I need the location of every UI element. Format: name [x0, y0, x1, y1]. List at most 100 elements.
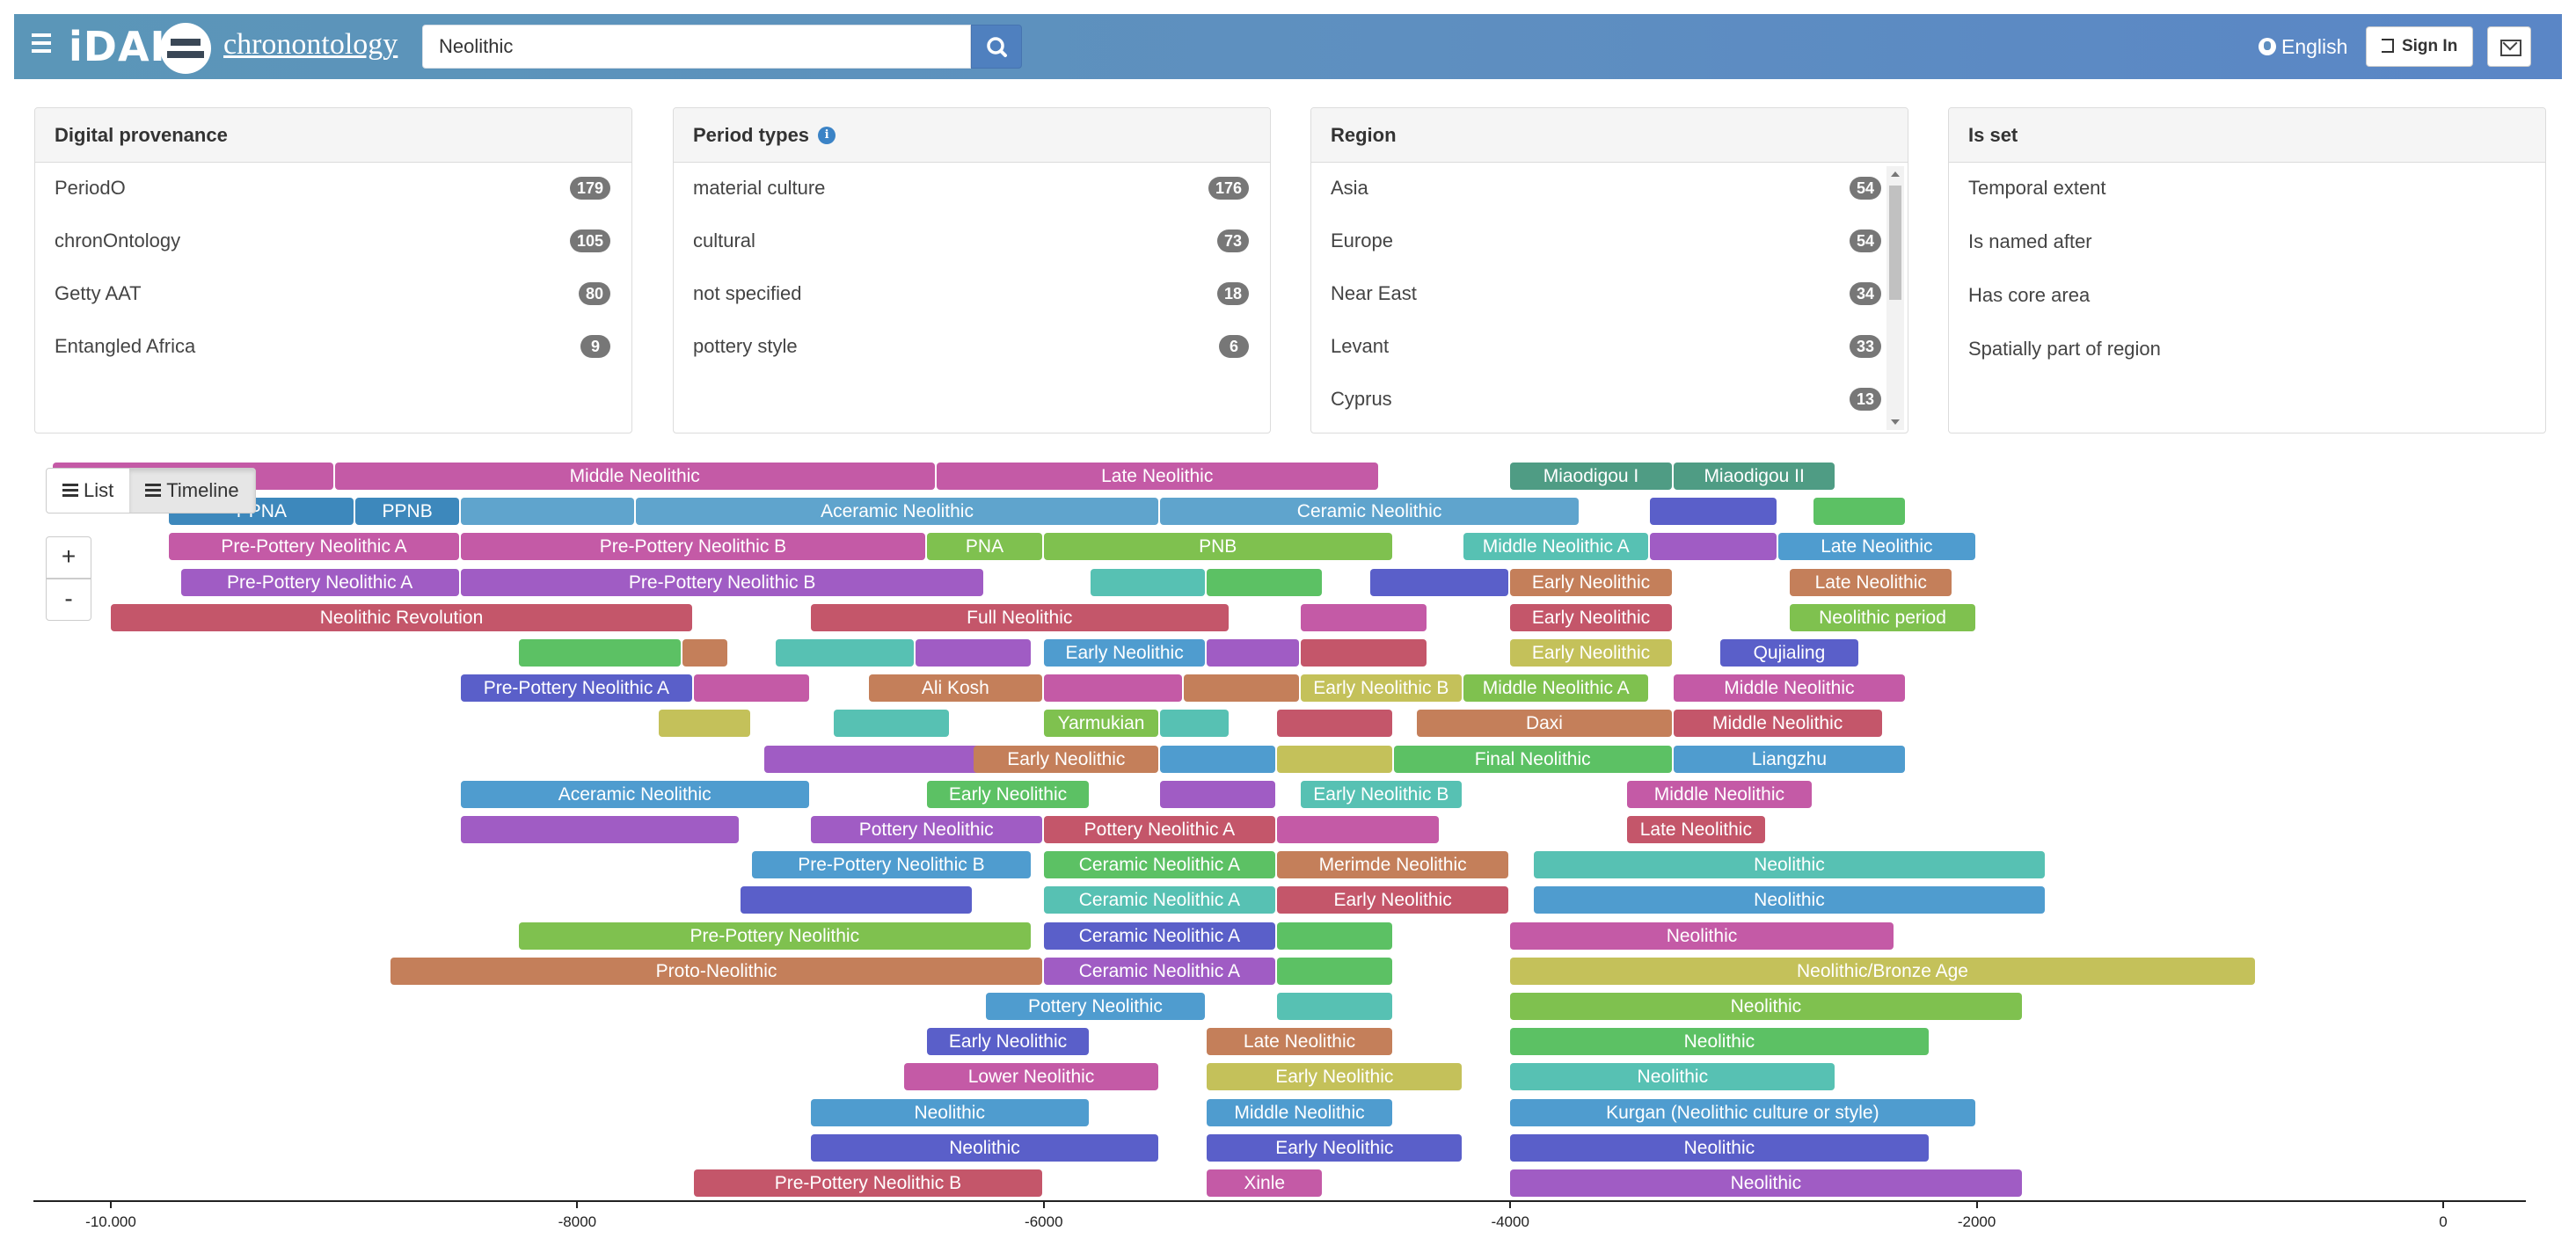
period-bar[interactable]: Neolithic	[1533, 886, 2046, 914]
period-bar[interactable]	[1650, 533, 1777, 561]
period-bar[interactable]	[1300, 639, 1427, 667]
period-bar[interactable]: Final Neolithic	[1393, 745, 1672, 773]
period-bar[interactable]: Pre-Pottery Neolithic B	[460, 568, 984, 596]
search-button[interactable]	[971, 25, 1022, 69]
period-bar[interactable]	[741, 886, 973, 914]
facet-item-has-core-area[interactable]: Has core area	[1949, 275, 2545, 329]
period-bar[interactable]: Proto-Neolithic	[390, 957, 1042, 985]
timeline-view-button[interactable]: Timeline	[129, 469, 255, 513]
period-bar[interactable]	[1043, 674, 1182, 703]
period-bar[interactable]: Middle Neolithic A	[1463, 533, 1649, 561]
period-bar[interactable]	[1813, 498, 1906, 526]
period-bar[interactable]: Early Neolithic	[927, 1028, 1089, 1056]
region-scrollbar[interactable]	[1886, 166, 1904, 430]
period-bar[interactable]: Neolithic/Bronze Age	[1510, 957, 2255, 985]
period-bar[interactable]	[1160, 710, 1229, 738]
timeline-view[interactable]: Middle Neolithic Late Neolithic Miaodigou …	[0, 457, 2576, 1253]
facet-item-getty-aat[interactable]: Getty AAT 80	[35, 273, 631, 326]
period-bar[interactable]: Middle Neolithic	[1626, 780, 1812, 808]
contact-button[interactable]	[2487, 26, 2531, 67]
period-bar[interactable]: Pre-Pottery Neolithic B	[752, 851, 1031, 879]
facet-item-is-named-after[interactable]: Is named after	[1949, 222, 2545, 275]
period-bar[interactable]: Ceramic Neolithic	[1160, 498, 1579, 526]
brand-link[interactable]: chronontology	[223, 28, 398, 62]
period-bar[interactable]	[1277, 957, 1392, 985]
period-bar[interactable]: Neolithic	[1510, 922, 1894, 950]
facet-item-not-specified[interactable]: not specified 18	[674, 273, 1270, 326]
facet-item-spatially-part-of-region[interactable]: Spatially part of region	[1949, 329, 2545, 382]
period-bar[interactable]	[1160, 780, 1275, 808]
chronontology-logo-icon[interactable]	[160, 23, 211, 74]
period-bar[interactable]: Early Neolithic	[1510, 603, 1672, 631]
period-bar[interactable]: Pre-Pottery Neolithic A	[180, 568, 459, 596]
period-bar[interactable]: Early Neolithic	[1277, 886, 1509, 914]
period-bar[interactable]: Neolithic	[1533, 851, 2046, 879]
period-bar[interactable]: Early Neolithic	[1510, 639, 1672, 667]
period-bar[interactable]: PPNB	[355, 498, 459, 526]
period-bar[interactable]: Pottery Neolithic	[985, 993, 1206, 1020]
zoom-in-button[interactable]: +	[46, 536, 91, 579]
zoom-out-button[interactable]: -	[46, 579, 91, 621]
period-bar[interactable]: Kurgan (Neolithic culture or style)	[1510, 1098, 1975, 1126]
language-selector[interactable]: English	[2259, 30, 2347, 63]
period-bar[interactable]: Neolithic	[1510, 993, 2022, 1020]
period-bar[interactable]: Miaodigou I	[1510, 463, 1672, 490]
scrollbar-thumb[interactable]	[1889, 186, 1901, 300]
period-bar[interactable]: PNB	[1043, 533, 1392, 561]
sign-in-button[interactable]: Sign In	[2366, 26, 2473, 67]
scroll-up-arrow-icon[interactable]	[1891, 171, 1900, 177]
period-bar[interactable]	[915, 639, 1031, 667]
period-bar[interactable]: Neolithic	[1510, 1133, 1929, 1162]
facet-item-cultural[interactable]: cultural 73	[674, 221, 1270, 273]
period-bar[interactable]: Neolithic	[1510, 1063, 1835, 1091]
period-bar[interactable]: Neolithic	[810, 1098, 1089, 1126]
idai-logo[interactable]: iDAI	[69, 23, 166, 70]
period-bar[interactable]: Miaodigou II	[1673, 463, 1835, 490]
period-bar[interactable]	[1160, 745, 1275, 773]
period-bar[interactable]	[659, 710, 751, 738]
period-bar[interactable]	[1207, 639, 1299, 667]
period-bar[interactable]: Neolithic	[810, 1133, 1159, 1162]
period-bar[interactable]	[1650, 498, 1777, 526]
period-bar[interactable]: PNA	[927, 533, 1042, 561]
facet-item-near-east[interactable]: Near East 34	[1311, 273, 1908, 326]
period-bar[interactable]: Ali Kosh	[868, 674, 1042, 703]
period-bar[interactable]: Early Neolithic	[1207, 1063, 1463, 1091]
facet-item-material-culture[interactable]: material culture 176	[674, 168, 1270, 221]
period-bar[interactable]	[775, 639, 914, 667]
period-bar[interactable]: Early Neolithic	[974, 745, 1159, 773]
facet-item-europe[interactable]: Europe 54	[1311, 221, 1908, 273]
period-bar[interactable]	[1277, 993, 1392, 1020]
period-bar[interactable]	[460, 816, 740, 843]
period-bar[interactable]: Late Neolithic	[936, 463, 1378, 490]
period-bar[interactable]: Ceramic Neolithic A	[1043, 851, 1275, 879]
period-bar[interactable]: Early Neolithic	[1043, 639, 1206, 667]
period-bar[interactable]: Early Neolithic B	[1300, 674, 1463, 703]
period-bar[interactable]: Aceramic Neolithic	[635, 498, 1159, 526]
period-bar[interactable]: Early Neolithic B	[1300, 780, 1463, 808]
period-bar[interactable]: Neolithic Revolution	[111, 603, 692, 631]
scroll-down-arrow-icon[interactable]	[1891, 419, 1900, 425]
facet-list[interactable]: Asia 54 Europe 54 Near East 34 Levant 33 Cyp…	[1311, 163, 1908, 426]
period-bar[interactable]: Middle Neolithic	[1673, 710, 1882, 738]
period-bar[interactable]	[1277, 710, 1392, 738]
period-bar[interactable]: Middle Neolithic	[1673, 674, 1906, 703]
info-icon[interactable]: i	[818, 126, 836, 144]
period-bar[interactable]	[460, 498, 634, 526]
period-bar[interactable]	[763, 745, 996, 773]
period-bar[interactable]: Yarmukian	[1043, 710, 1159, 738]
period-bar[interactable]: Middle Neolithic A	[1463, 674, 1649, 703]
facet-item-chronontology[interactable]: chronOntology 105	[35, 221, 631, 273]
period-bar[interactable]: Early Neolithic	[1207, 1133, 1463, 1162]
period-bar[interactable]: Qujialing	[1719, 639, 1858, 667]
period-bar[interactable]	[1090, 568, 1206, 596]
period-bar[interactable]: Ceramic Neolithic A	[1043, 922, 1275, 950]
period-bar[interactable]	[1300, 603, 1427, 631]
facet-item-cyprus[interactable]: Cyprus 13	[1311, 379, 1908, 426]
period-bar[interactable]: Aceramic Neolithic	[460, 780, 809, 808]
period-bar[interactable]: Early Neolithic	[927, 780, 1089, 808]
period-bar[interactable]	[834, 710, 949, 738]
period-bar[interactable]: Daxi	[1417, 710, 1672, 738]
period-bar[interactable]: Late Neolithic	[1778, 533, 1975, 561]
period-bar[interactable]: Late Neolithic	[1790, 568, 1952, 596]
